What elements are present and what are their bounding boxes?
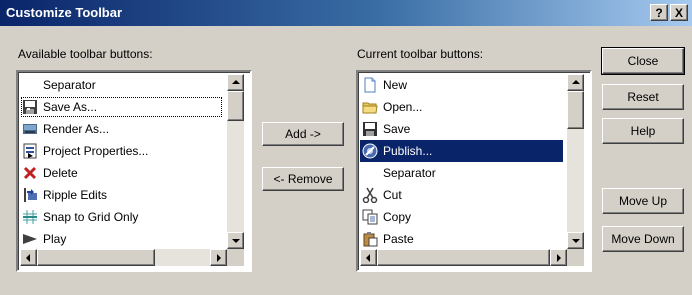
available-buttons-list[interactable]: Separator Save As... Render As... Projec… (16, 70, 252, 272)
list-item-label: Publish... (383, 144, 433, 158)
snap-grid-icon (22, 209, 38, 225)
available-horizontal-scrollbar[interactable] (20, 249, 227, 266)
publish-icon (362, 143, 378, 159)
scroll-right-button[interactable] (550, 249, 567, 266)
scroll-up-button[interactable] (567, 74, 584, 91)
move-down-button[interactable]: Move Down (602, 226, 684, 252)
list-item-label: Separator (43, 78, 96, 92)
list-item[interactable]: Separator (360, 162, 563, 184)
scroll-thumb[interactable] (567, 91, 584, 129)
reset-button[interactable]: Reset (602, 84, 684, 110)
arrow-up-icon (232, 80, 240, 84)
arrow-right-icon (557, 254, 561, 262)
list-item-label: New (383, 78, 408, 92)
save-as-icon (22, 99, 38, 115)
save-icon (362, 121, 378, 137)
list-item[interactable]: Copy (360, 206, 563, 228)
list-item-label: Ripple Edits (43, 188, 108, 202)
list-item[interactable]: New (360, 74, 563, 96)
list-item[interactable]: Delete (20, 162, 223, 184)
add-button[interactable]: Add -> (262, 122, 344, 146)
list-item-label: Open... (383, 100, 423, 114)
play-icon (22, 231, 38, 247)
available-vertical-scrollbar[interactable] (227, 74, 244, 249)
window-title: Customize Toolbar (6, 5, 123, 20)
scroll-corner (567, 249, 584, 266)
help-button[interactable]: Help (602, 118, 684, 144)
arrow-right-icon (217, 254, 221, 262)
available-buttons-label: Available toolbar buttons: (18, 47, 153, 61)
list-item-label: Render As... (43, 122, 110, 136)
list-item[interactable]: Save As... (20, 96, 223, 118)
list-item[interactable]: Separator (20, 74, 223, 96)
move-up-button[interactable]: Move Up (602, 188, 684, 214)
list-item-label: Project Properties... (43, 144, 149, 158)
open-folder-icon (362, 99, 378, 115)
arrow-down-icon (232, 239, 240, 243)
list-item-label: Cut (383, 188, 402, 202)
scroll-right-button[interactable] (210, 249, 227, 266)
paste-icon (362, 231, 378, 247)
list-item-label: Play (43, 232, 67, 246)
list-item[interactable]: Snap to Grid Only (20, 206, 223, 228)
list-item[interactable]: Open... (360, 96, 563, 118)
list-item-label: Paste (383, 232, 414, 246)
current-vertical-scrollbar[interactable] (567, 74, 584, 249)
list-item-label: Separator (383, 166, 436, 180)
list-item[interactable]: Play (20, 228, 223, 250)
scroll-left-button[interactable] (20, 249, 37, 266)
current-buttons-list[interactable]: New Open... Save Publish... Separator Cu… (356, 70, 592, 272)
ripple-edits-icon (22, 187, 38, 203)
customize-toolbar-dialog: Customize Toolbar ? X Available toolbar … (0, 0, 692, 295)
arrow-left-icon (366, 254, 370, 262)
list-item[interactable]: Ripple Edits (20, 184, 223, 206)
title-bar[interactable]: Customize Toolbar ? X (0, 0, 692, 26)
scroll-down-button[interactable] (227, 232, 244, 249)
arrow-up-icon (572, 80, 580, 84)
list-item-label: Snap to Grid Only (43, 210, 139, 224)
list-item-label: Copy (383, 210, 412, 224)
current-buttons-label: Current toolbar buttons: (357, 47, 484, 61)
list-item[interactable]: Paste (360, 228, 563, 250)
list-item[interactable]: Render As... (20, 118, 223, 140)
list-item[interactable]: Cut (360, 184, 563, 206)
remove-button[interactable]: <- Remove (262, 167, 344, 191)
list-item-selected[interactable]: Publish... (360, 140, 563, 162)
scroll-thumb[interactable] (227, 91, 244, 121)
scroll-up-button[interactable] (227, 74, 244, 91)
list-item-label: Save (383, 122, 411, 136)
list-item-label: Save As... (43, 100, 98, 114)
render-icon (22, 121, 38, 137)
list-item[interactable]: Project Properties... (20, 140, 223, 162)
arrow-down-icon (572, 239, 580, 243)
scroll-thumb[interactable] (377, 249, 550, 266)
scissors-icon (362, 187, 378, 204)
scroll-thumb[interactable] (37, 249, 155, 266)
new-document-icon (362, 77, 378, 93)
copy-icon (362, 209, 378, 225)
close-title-button[interactable]: X (670, 4, 688, 21)
scroll-down-button[interactable] (567, 232, 584, 249)
help-title-button[interactable]: ? (650, 4, 668, 21)
list-item-label: Delete (43, 166, 78, 180)
scroll-left-button[interactable] (360, 249, 377, 266)
project-properties-icon (22, 143, 38, 159)
delete-icon (22, 165, 38, 181)
current-horizontal-scrollbar[interactable] (360, 249, 567, 266)
list-item[interactable]: Save (360, 118, 563, 140)
arrow-left-icon (26, 254, 30, 262)
close-button[interactable]: Close (601, 47, 685, 75)
scroll-corner (227, 249, 244, 266)
